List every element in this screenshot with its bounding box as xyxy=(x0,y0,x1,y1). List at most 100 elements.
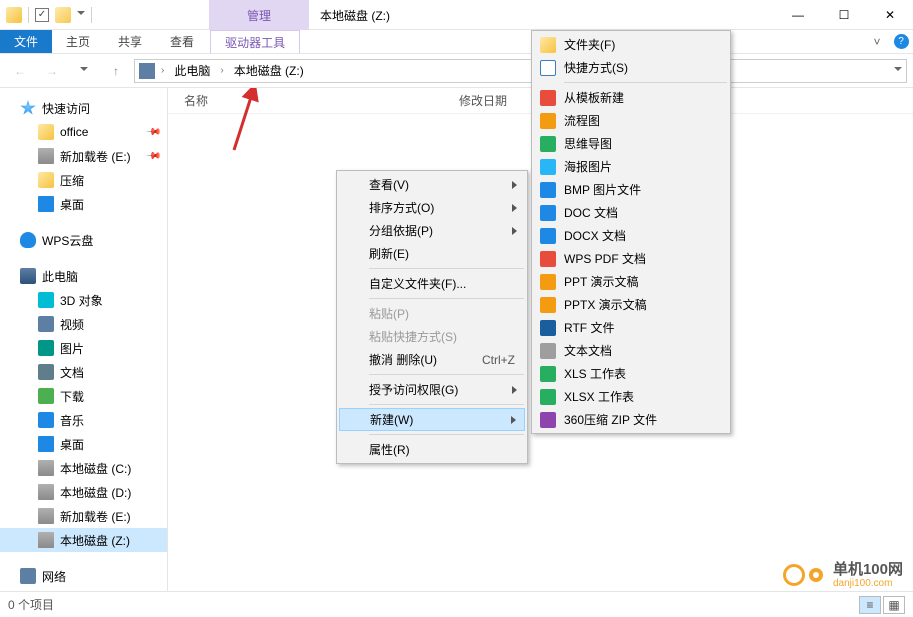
submenu-item[interactable]: DOCX 文档 xyxy=(534,224,728,247)
submenu-item-label: XLS 工作表 xyxy=(564,365,626,382)
nav-pc-item[interactable]: 文档 xyxy=(0,360,167,384)
submenu-item[interactable]: BMP 图片文件 xyxy=(534,178,728,201)
submenu-item[interactable]: 文件夹(F) xyxy=(534,33,728,56)
nav-item-icon xyxy=(38,172,54,188)
submenu-arrow-icon xyxy=(512,386,517,394)
submenu-item[interactable]: DOC 文档 xyxy=(534,201,728,224)
nav-item-label: 新加载卷 (E:) xyxy=(60,148,131,165)
menu-item[interactable]: 查看(V) xyxy=(339,173,525,196)
menu-item-label: 查看(V) xyxy=(369,176,409,193)
submenu-item-label: PPT 演示文稿 xyxy=(564,273,638,290)
nav-quick-access[interactable]: 快速访问 xyxy=(0,96,167,120)
menu-item[interactable]: 分组依据(P) xyxy=(339,219,525,242)
view-icons-button[interactable]: ▦ xyxy=(883,596,905,614)
tab-drive-tools[interactable]: 驱动器工具 xyxy=(210,30,300,53)
submenu-item[interactable]: RTF 文件 xyxy=(534,316,728,339)
qat-dropdown[interactable] xyxy=(77,11,85,19)
menu-item[interactable]: 刷新(E) xyxy=(339,242,525,265)
menu-item: 粘贴(P) xyxy=(339,302,525,325)
ribbon-expand-button[interactable]: ˅ xyxy=(865,30,889,53)
nav-pc-item[interactable]: 3D 对象 xyxy=(0,288,167,312)
tab-share[interactable]: 共享 xyxy=(104,30,156,53)
submenu-item[interactable]: 思维导图 xyxy=(534,132,728,155)
help-button[interactable]: ? xyxy=(889,30,913,53)
nav-quick-item[interactable]: 新加载卷 (E:)📌 xyxy=(0,144,167,168)
submenu-item[interactable]: WPS PDF 文档 xyxy=(534,247,728,270)
submenu-item[interactable]: 流程图 xyxy=(534,109,728,132)
tab-home[interactable]: 主页 xyxy=(52,30,104,53)
submenu-item[interactable]: 360压缩 ZIP 文件 xyxy=(534,408,728,431)
menu-item: 粘贴快捷方式(S) xyxy=(339,325,525,348)
tab-view[interactable]: 查看 xyxy=(156,30,208,53)
menu-item[interactable]: 自定义文件夹(F)... xyxy=(339,272,525,295)
qat-folder-icon[interactable] xyxy=(55,7,71,23)
up-button[interactable]: ↑ xyxy=(102,57,130,85)
menu-item[interactable]: 属性(R) xyxy=(339,438,525,461)
nav-pc-item[interactable]: 桌面 xyxy=(0,432,167,456)
path-dropdown[interactable] xyxy=(894,67,902,75)
nav-pc-item[interactable]: 视频 xyxy=(0,312,167,336)
nav-pc-item[interactable]: 下载 xyxy=(0,384,167,408)
submenu-item[interactable]: PPTX 演示文稿 xyxy=(534,293,728,316)
menu-item[interactable]: 授予访问权限(G) xyxy=(339,378,525,401)
qat-checkbox[interactable]: ✓ xyxy=(35,8,49,22)
menu-item[interactable]: 新建(W) xyxy=(339,408,525,431)
file-type-icon xyxy=(540,37,556,53)
file-type-icon xyxy=(540,274,556,290)
maximize-button[interactable]: ☐ xyxy=(821,0,867,30)
nav-pc-item[interactable]: 本地磁盘 (C:) xyxy=(0,456,167,480)
submenu-item-label: PPTX 演示文稿 xyxy=(564,296,647,313)
nav-this-pc[interactable]: 此电脑 xyxy=(0,264,167,288)
nav-label: 网络 xyxy=(42,568,66,585)
submenu-item-label: 360压缩 ZIP 文件 xyxy=(564,411,657,428)
column-name[interactable]: 名称 xyxy=(168,92,443,109)
forward-button[interactable]: → xyxy=(38,57,66,85)
minimize-button[interactable]: — xyxy=(775,0,821,30)
submenu-item[interactable]: XLS 工作表 xyxy=(534,362,728,385)
tab-file[interactable]: 文件 xyxy=(0,30,52,53)
nav-pc-item[interactable]: 新加载卷 (E:) xyxy=(0,504,167,528)
nav-quick-item[interactable]: 桌面 xyxy=(0,192,167,216)
submenu-item[interactable]: 快捷方式(S) xyxy=(534,56,728,79)
submenu-item-label: 思维导图 xyxy=(564,135,612,152)
breadcrumb-current[interactable]: 本地磁盘 (Z:) xyxy=(230,62,308,79)
breadcrumb-root[interactable]: 此电脑 xyxy=(170,62,214,79)
submenu-item[interactable]: 从模板新建 xyxy=(534,86,728,109)
nav-pc-item[interactable]: 图片 xyxy=(0,336,167,360)
nav-quick-item[interactable]: 压缩 xyxy=(0,168,167,192)
submenu-item[interactable]: 海报图片 xyxy=(534,155,728,178)
ribbon-context-group: 管理 xyxy=(209,0,309,30)
menu-item[interactable]: 排序方式(O) xyxy=(339,196,525,219)
submenu-item[interactable]: 文本文档 xyxy=(534,339,728,362)
file-type-icon xyxy=(540,90,556,106)
nav-item-label: office xyxy=(60,125,88,139)
nav-item-label: 视频 xyxy=(60,316,84,333)
nav-item-icon xyxy=(38,292,54,308)
context-menu: 查看(V) 排序方式(O)分组依据(P)刷新(E) 自定义文件夹(F)... 粘贴(P… xyxy=(336,170,528,464)
recent-locations-button[interactable] xyxy=(70,57,98,85)
nav-quick-item[interactable]: office📌 xyxy=(0,120,167,144)
window-title: 本地磁盘 (Z:) xyxy=(320,0,390,30)
menu-separator xyxy=(369,404,524,405)
navigation-pane[interactable]: 快速访问 office📌新加载卷 (E:)📌压缩桌面 WPS云盘 此电脑 3D … xyxy=(0,88,168,591)
nav-pc-item[interactable]: 本地磁盘 (D:) xyxy=(0,480,167,504)
back-button[interactable]: ← xyxy=(6,57,34,85)
view-details-button[interactable]: ≡ xyxy=(859,596,881,614)
chevron-right-icon[interactable]: › xyxy=(157,65,168,76)
nav-pc-item[interactable]: 本地磁盘 (Z:) xyxy=(0,528,167,552)
submenu-item[interactable]: XLSX 工作表 xyxy=(534,385,728,408)
menu-item-label: 新建(W) xyxy=(370,411,413,428)
nav-item-label: 桌面 xyxy=(60,436,84,453)
nav-network[interactable]: 网络 xyxy=(0,564,167,588)
chevron-right-icon[interactable]: › xyxy=(216,65,227,76)
menu-separator xyxy=(369,374,524,375)
menu-item[interactable]: 撤消 删除(U)Ctrl+Z xyxy=(339,348,525,371)
menu-item-label: 属性(R) xyxy=(369,441,410,458)
nav-wps-cloud[interactable]: WPS云盘 xyxy=(0,228,167,252)
close-button[interactable]: ✕ xyxy=(867,0,913,30)
system-icon[interactable] xyxy=(6,7,22,23)
nav-pc-item[interactable]: 音乐 xyxy=(0,408,167,432)
submenu-item[interactable]: PPT 演示文稿 xyxy=(534,270,728,293)
breadcrumb[interactable]: › 此电脑 › 本地磁盘 (Z:) xyxy=(134,59,907,83)
menu-shortcut: Ctrl+Z xyxy=(482,353,515,367)
